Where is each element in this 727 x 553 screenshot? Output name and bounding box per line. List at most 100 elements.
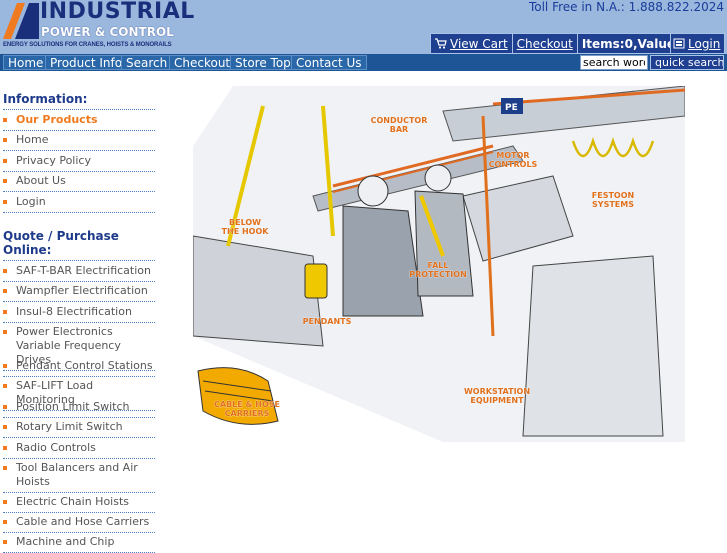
nav-home[interactable]: Home	[3, 55, 49, 70]
sidebar-item-wampfler[interactable]: Wampfler Electrification	[3, 284, 155, 302]
sidebar-item-label: SAF-T-BAR Electrification	[16, 264, 151, 277]
sidebar-item-cable-carriers[interactable]: Cable and Hose Carriers	[3, 515, 155, 533]
divider	[3, 109, 155, 110]
sidebar-item-label: Privacy Policy	[16, 154, 91, 167]
label-workstation-2: EQUIPMENT	[470, 396, 524, 405]
sidebar-item-position-limit[interactable]: Position Limit Switch	[3, 400, 155, 418]
site-header: INDUSTRIAL POWER & CONTROL ENERGY SOLUTI…	[0, 0, 727, 54]
label-festoon-2: SYSTEMS	[592, 200, 634, 209]
nav-store-top[interactable]: Store Top	[230, 55, 296, 70]
pe-badge-label: PE	[505, 103, 518, 113]
nav-search[interactable]: Search	[121, 55, 173, 70]
label-festoon: FESTOON	[592, 191, 634, 200]
cart-icon	[435, 38, 447, 49]
label-motor: MOTOR	[496, 151, 529, 160]
sidebar-item-label: Tool Balancers and Air	[16, 461, 138, 474]
sidebar-item-pendant-stations[interactable]: Pendant Control Stations	[3, 359, 155, 377]
view-cart-link[interactable]: View Cart	[450, 37, 508, 51]
bullet-icon	[3, 179, 7, 183]
sidebar-item-label: Our Products	[16, 113, 98, 126]
search-input[interactable]	[580, 55, 648, 70]
bullet-icon	[3, 405, 7, 409]
bullet-icon	[3, 540, 7, 544]
quick-search-label: quick search	[655, 56, 724, 69]
sidebar-item-label: Radio Controls	[16, 441, 96, 454]
nav-product-info[interactable]: Product Info	[45, 55, 128, 70]
login-icon	[673, 38, 685, 49]
bullet-icon	[3, 500, 7, 504]
cart-bar: View Cart Checkout Items:0,Value:0	[430, 33, 694, 54]
bullet-icon	[3, 330, 7, 334]
checkout-link[interactable]: Checkout	[517, 37, 573, 51]
nav-checkout[interactable]: Checkout	[169, 55, 236, 70]
bullet-icon	[3, 289, 7, 293]
label-motor-2: CONTROLS	[489, 160, 538, 169]
label-pendants: PENDANTS	[303, 317, 352, 326]
label-conductor-2: BAR	[390, 125, 408, 134]
label-cable-hose: CABLE & HOSE	[214, 400, 280, 409]
checkout-cell: Checkout	[513, 34, 578, 53]
sidebar-item-tool-balancers[interactable]: Tool Balancers and Air Hoists	[3, 461, 155, 493]
sidebar-item-our-products[interactable]: Our Products	[3, 113, 155, 131]
sidebar-item-label: Position Limit Switch	[16, 400, 130, 413]
sidebar-item-rotary-limit[interactable]: Rotary Limit Switch	[3, 420, 155, 438]
sidebar-item-label-cont: Hoists	[16, 475, 50, 488]
sidebar-item-label: Insul-8 Electrification	[16, 305, 132, 318]
information-heading: Information:	[3, 92, 88, 106]
sidebar-item-label: Power Electronics	[16, 325, 113, 338]
sidebar-item-label: Machine and Chip	[16, 535, 115, 548]
login-box: Login	[670, 33, 726, 54]
view-cart-cell: View Cart	[431, 34, 513, 53]
logo-title: INDUSTRIAL	[40, 0, 195, 24]
bullet-icon	[3, 466, 7, 470]
nav-contact-us[interactable]: Contact Us	[291, 55, 367, 70]
logo-subtitle: POWER & CONTROL	[41, 25, 174, 39]
sidebar-item-label: Home	[16, 133, 49, 146]
sidebar-item-label: Wampfler Electrification	[16, 284, 148, 297]
bullet-icon	[3, 520, 7, 524]
sidebar: Information: Our Products Home Privacy P…	[0, 71, 160, 553]
logo-mark-icon	[3, 3, 39, 39]
sidebar-item-login[interactable]: Login	[3, 195, 155, 213]
sidebar-item-saf-t-bar[interactable]: SAF-T-BAR Electrification	[3, 264, 155, 282]
sidebar-item-about-us[interactable]: About Us	[3, 174, 155, 192]
login-link[interactable]: Login	[688, 37, 720, 51]
bullet-icon	[3, 425, 7, 429]
label-below-hook: BELOW	[229, 218, 261, 227]
sidebar-item-radio-controls[interactable]: Radio Controls	[3, 441, 155, 459]
sidebar-item-chain-hoists[interactable]: Electric Chain Hoists	[3, 495, 155, 513]
bullet-icon	[3, 269, 7, 273]
company-logo[interactable]: INDUSTRIAL POWER & CONTROL ENERGY SOLUTI…	[3, 0, 195, 52]
sidebar-item-label: Rotary Limit Switch	[16, 420, 123, 433]
sidebar-item-label: Login	[16, 195, 46, 208]
bullet-icon	[3, 118, 7, 122]
logo-tagline: ENERGY SOLUTIONS FOR CRANES, HOISTS & MO…	[3, 42, 172, 48]
toll-free-number: Toll Free in N.A.: 1.888.822.2024	[528, 0, 724, 14]
sidebar-item-privacy-policy[interactable]: Privacy Policy	[3, 154, 155, 172]
label-below-hook-2: THE HOOK	[222, 227, 270, 236]
bullet-icon	[3, 446, 7, 450]
bullet-icon	[3, 384, 7, 388]
bullet-icon	[3, 364, 7, 368]
bullet-icon	[3, 138, 7, 142]
sidebar-item-label: Cable and Hose Carriers	[16, 515, 150, 528]
divider	[3, 260, 155, 261]
label-cable-hose-2: CARRIERS	[225, 409, 270, 418]
crane-systems-illustration[interactable]: PE CONDUCTOR BAR MOTOR CONTROLS FESTOON …	[193, 86, 685, 442]
label-fall-2: PROTECTION	[409, 270, 467, 279]
bullet-icon	[3, 159, 7, 163]
sidebar-item-machine-chip[interactable]: Machine and Chip	[3, 535, 155, 553]
label-fall: FALL	[428, 261, 449, 270]
quote-heading: Quote / Purchase	[3, 229, 119, 243]
sidebar-item-label: Pendant Control Stations	[16, 359, 153, 372]
bullet-icon	[3, 200, 7, 204]
sidebar-item-insul-8[interactable]: Insul-8 Electrification	[3, 305, 155, 323]
label-workstation: WORKSTATION	[464, 387, 530, 396]
sidebar-item-home[interactable]: Home	[3, 133, 155, 151]
quote-heading-cont: Online:	[3, 243, 52, 257]
label-conductor: CONDUCTOR	[371, 116, 428, 125]
quick-search-button[interactable]: quick search	[650, 55, 724, 70]
sidebar-item-label: Electric Chain Hoists	[16, 495, 130, 508]
sidebar-item-label: About Us	[16, 174, 66, 187]
bullet-icon	[3, 310, 7, 314]
